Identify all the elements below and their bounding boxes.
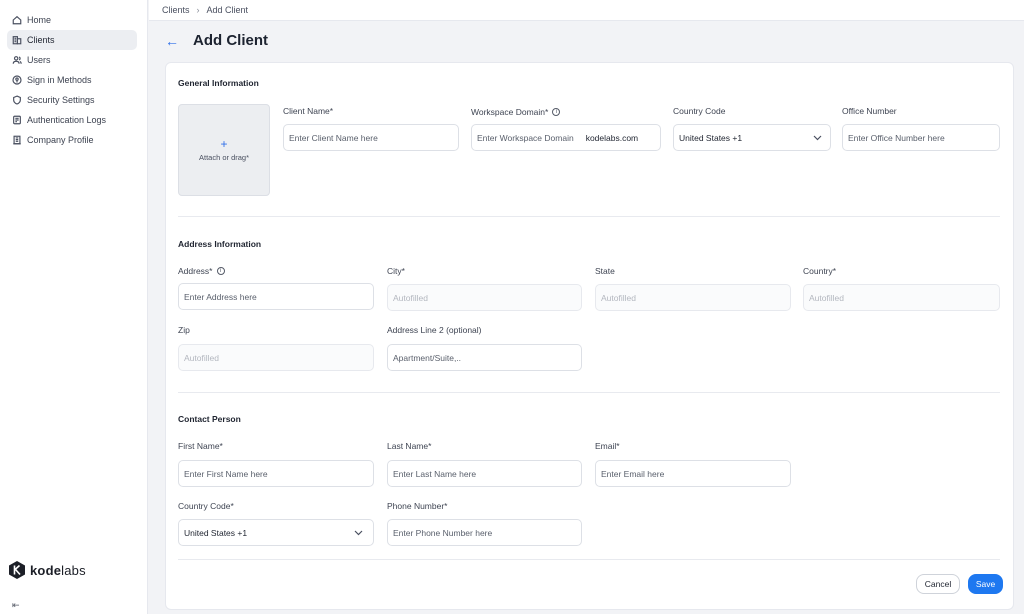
contact-country-code-value: United States +1 (184, 527, 248, 538)
country-input[interactable]: Autofilled (803, 284, 1000, 311)
workspace-domain-suffix: kodelabs.com (585, 132, 639, 143)
chevron-right-icon: › (196, 5, 200, 15)
brand-name: kodelabs (30, 562, 86, 578)
sidebar-item-security-settings[interactable]: Security Settings (7, 90, 137, 110)
section-divider (178, 216, 1000, 217)
upload-label: Attach or drag* (198, 153, 250, 162)
sidebar-item-sign-in-methods[interactable]: Sign in Methods (7, 70, 137, 90)
sidebar-item-company-profile[interactable]: Company Profile (7, 130, 137, 150)
page-title: Add Client (193, 32, 268, 49)
first-name-input[interactable]: Enter First Name here (178, 460, 374, 487)
building-icon (12, 35, 22, 45)
address-label: Address* i (178, 266, 225, 276)
chevron-down-icon (813, 135, 822, 140)
client-name-input[interactable]: Enter Client Name here (283, 124, 459, 151)
country-label: Country* (803, 266, 837, 276)
sidebar-item-authentication-logs[interactable]: Authentication Logs (7, 110, 137, 130)
kodelabs-logo-icon (9, 561, 25, 579)
workspace-domain-label: Workspace Domain* i (471, 107, 561, 117)
client-name-label: Client Name* (283, 106, 334, 116)
add-client-form: General Information + Attach or drag* Cl… (165, 62, 1014, 610)
country-code-value: United States +1 (679, 132, 743, 143)
phone-number-label: Phone Number* (387, 501, 448, 511)
sidebar-item-label: Users (27, 55, 51, 65)
section-title-contact: Contact Person (178, 414, 241, 424)
sidebar-item-label: Clients (27, 35, 55, 45)
breadcrumb: Clients › Add Client (149, 0, 1024, 21)
users-icon (12, 55, 22, 65)
sidebar-item-users[interactable]: Users (7, 50, 137, 70)
email-input[interactable]: Enter Email here (595, 460, 791, 487)
save-button[interactable]: Save (968, 574, 1003, 594)
workspace-domain-label-text: Workspace Domain* (471, 107, 549, 117)
sidebar: Home Clients Users Sign in Methods Secur… (0, 0, 148, 614)
chevron-down-icon (354, 530, 363, 535)
zip-input[interactable]: Autofilled (178, 344, 374, 371)
section-title-general: General Information (178, 78, 259, 88)
section-divider (178, 392, 1000, 393)
city-input[interactable]: Autofilled (387, 284, 582, 311)
sidebar-item-label: Company Profile (27, 135, 94, 145)
sidebar-item-home[interactable]: Home (7, 10, 137, 30)
sidebar-item-label: Security Settings (27, 95, 95, 105)
footer-divider (178, 559, 1000, 560)
sidebar-item-clients[interactable]: Clients (7, 30, 137, 50)
address-input[interactable]: Enter Address here (178, 283, 374, 310)
back-arrow-icon[interactable]: ← (165, 33, 179, 49)
workspace-domain-input[interactable]: Enter Workspace Domain kodelabs.com (471, 124, 661, 151)
office-number-label: Office Number (842, 106, 897, 116)
office-number-input[interactable]: Enter Office Number here (842, 124, 1000, 151)
address-line2-label: Address Line 2 (optional) (387, 325, 482, 335)
sidebar-item-label: Home (27, 15, 52, 25)
country-code-select[interactable]: United States +1 (673, 124, 831, 151)
breadcrumb-clients-link[interactable]: Clients (162, 5, 190, 15)
last-name-input[interactable]: Enter Last Name here (387, 460, 582, 487)
sidebar-item-label: Authentication Logs (27, 115, 107, 125)
address-label-text: Address* (178, 266, 213, 276)
contact-country-code-label: Country Code* (178, 501, 234, 511)
email-label: Email* (595, 441, 620, 451)
first-name-label: First Name* (178, 441, 223, 451)
city-label: City* (387, 266, 405, 276)
brand-logo: kodelabs (8, 560, 86, 580)
sidebar-item-label: Sign in Methods (27, 75, 92, 85)
cancel-button[interactable]: Cancel (916, 574, 960, 594)
key-circle-icon (12, 75, 22, 85)
home-icon (12, 15, 22, 25)
logo-upload-dropzone[interactable]: + Attach or drag* (178, 104, 270, 196)
plus-icon: + (220, 137, 228, 151)
last-name-label: Last Name* (387, 441, 432, 451)
collapse-sidebar-icon[interactable]: ⇤ (12, 600, 20, 611)
page-header: ← Add Client (165, 32, 268, 49)
company-icon (12, 135, 22, 145)
sidebar-nav: Home Clients Users Sign in Methods Secur… (0, 0, 147, 150)
workspace-domain-placeholder: Enter Workspace Domain (477, 132, 574, 143)
address-line2-input[interactable]: Apartment/Suite,.. (387, 344, 582, 371)
phone-number-input[interactable]: Enter Phone Number here (387, 519, 582, 546)
breadcrumb-current: Add Client (206, 5, 249, 15)
zip-label: Zip (178, 325, 190, 335)
contact-country-code-select[interactable]: United States +1 (178, 519, 374, 546)
section-title-address: Address Information (178, 239, 262, 249)
shield-icon (12, 95, 22, 105)
state-input[interactable]: Autofilled (595, 284, 791, 311)
info-icon[interactable]: i (216, 267, 225, 275)
country-code-label: Country Code (673, 106, 726, 116)
state-label: State (595, 266, 615, 276)
info-icon[interactable]: i (552, 108, 561, 116)
log-icon (12, 115, 22, 125)
